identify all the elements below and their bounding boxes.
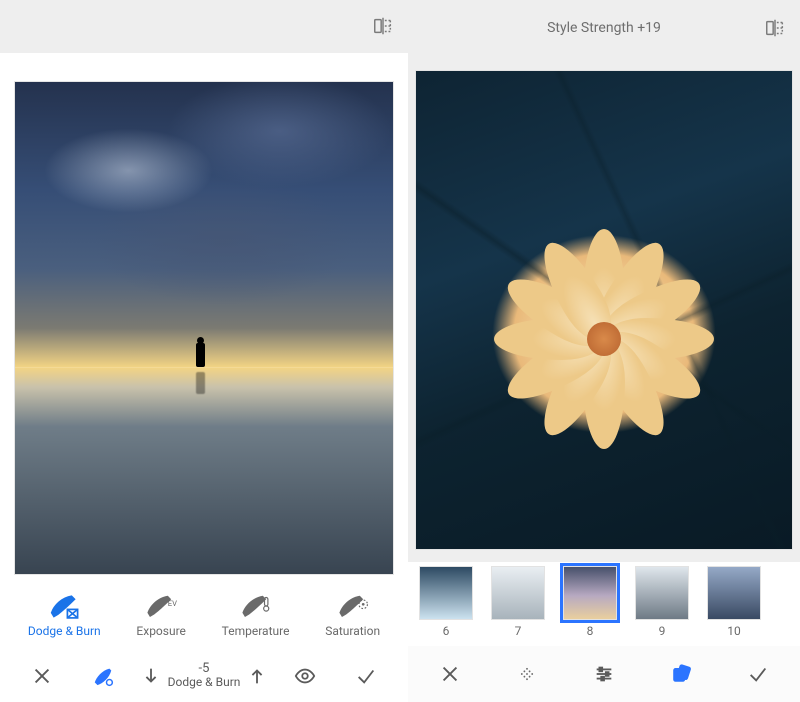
- arrow-up-icon: [246, 665, 268, 687]
- tool-temperature[interactable]: Temperature: [222, 592, 290, 638]
- tool-label: Temperature: [222, 624, 290, 638]
- action-bar-right: [408, 646, 800, 702]
- close-button[interactable]: [18, 665, 66, 687]
- brush-edit-icon: [92, 665, 114, 687]
- style-thumb-6[interactable]: 6: [418, 566, 474, 638]
- arrow-down-icon: [140, 665, 162, 687]
- tool-saturation[interactable]: Saturation: [325, 592, 380, 638]
- thumb-label: 7: [515, 624, 522, 638]
- readout-value: -5: [168, 662, 241, 676]
- style-thumb-10[interactable]: 10: [706, 566, 762, 638]
- adjust-button[interactable]: [582, 663, 626, 685]
- thumb-label: 6: [443, 624, 450, 638]
- compare-icon[interactable]: [762, 15, 788, 41]
- action-bar-left: -5 Dodge & Burn: [0, 649, 408, 702]
- readout-label: Dodge & Burn: [168, 676, 241, 689]
- topbar-right: Style Strength +19: [408, 0, 800, 56]
- close-icon: [31, 665, 53, 687]
- apply-button[interactable]: [736, 663, 780, 685]
- thumb-label: 9: [659, 624, 666, 638]
- svg-text:EV: EV: [168, 599, 177, 608]
- topbar-right-title: Style Strength +19: [408, 20, 800, 36]
- sliders-icon: [593, 663, 615, 685]
- mask-button[interactable]: [505, 663, 549, 685]
- compare-icon[interactable]: [370, 13, 396, 39]
- tool-exposure[interactable]: EV Exposure: [136, 592, 185, 638]
- photo-canvas[interactable]: [415, 70, 793, 550]
- style-thumb-strip[interactable]: 6 7 8 9 10: [408, 562, 800, 646]
- apply-button[interactable]: [342, 665, 390, 687]
- tool-dodge-burn[interactable]: Dodge & Burn: [28, 592, 101, 638]
- canvas-wrap-right: [408, 56, 800, 562]
- style-button[interactable]: [659, 663, 703, 685]
- editor-panel-brush: Dodge & Burn EV Exposure Temperature Sat…: [0, 0, 408, 702]
- style-thumb-8[interactable]: 8: [562, 566, 618, 638]
- tool-label: Exposure: [136, 624, 185, 638]
- style-swatch-icon: [670, 663, 692, 685]
- editor-panel-style: Style Strength +19: [408, 0, 800, 702]
- topbar-left: [0, 0, 408, 53]
- style-thumb-9[interactable]: 9: [634, 566, 690, 638]
- brush-options-button[interactable]: [79, 665, 127, 687]
- tool-label: Saturation: [325, 624, 380, 638]
- visibility-toggle[interactable]: [281, 665, 329, 687]
- tool-label: Dodge & Burn: [28, 624, 101, 638]
- thumb-label: 10: [727, 624, 741, 638]
- style-thumb-7[interactable]: 7: [490, 566, 546, 638]
- eye-icon: [294, 665, 316, 687]
- check-icon: [355, 665, 377, 687]
- canvas-wrap-left: [0, 53, 408, 575]
- thumb-label: 8: [587, 624, 594, 638]
- mask-icon: [516, 663, 538, 685]
- photo-canvas[interactable]: [14, 81, 394, 575]
- brush-tool-row: Dodge & Burn EV Exposure Temperature Sat…: [0, 575, 408, 649]
- close-button[interactable]: [428, 663, 472, 685]
- value-readout[interactable]: -5 Dodge & Burn: [140, 662, 269, 688]
